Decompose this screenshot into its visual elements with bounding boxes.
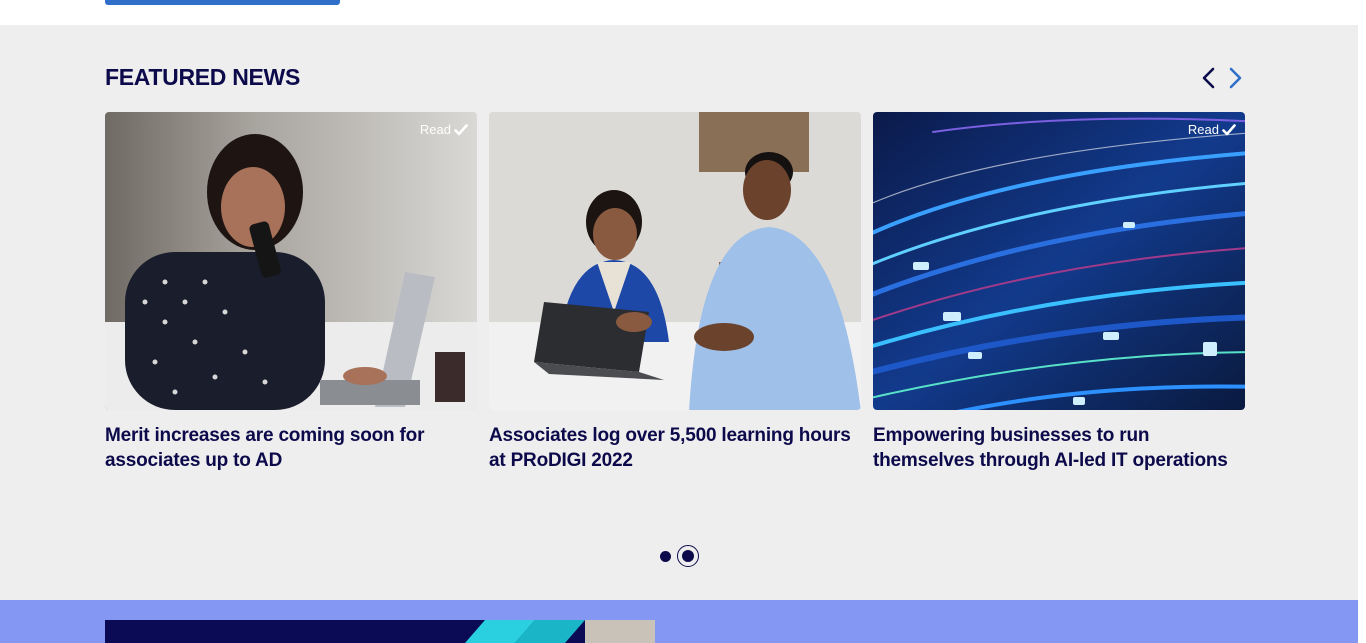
section-title: FEATURED NEWS — [105, 64, 301, 90]
read-badge: Read — [420, 122, 468, 137]
news-card-image[interactable]: Read — [105, 112, 477, 410]
colleagues-discussing-at-laptop-photo — [489, 112, 861, 410]
next-section-band — [0, 600, 1358, 643]
chevron-left-icon — [1202, 67, 1215, 89]
pager-dot-1[interactable] — [659, 550, 671, 562]
top-strip — [0, 0, 1366, 25]
checkmark-icon — [1222, 123, 1236, 135]
news-card-title[interactable]: Empowering businesses to run themselves … — [873, 423, 1245, 473]
read-badge: Read — [1188, 122, 1236, 137]
pager-dot-2-active[interactable] — [676, 545, 699, 567]
woman-on-phone-at-laptop-photo — [105, 112, 477, 410]
carousel-next-button[interactable] — [1222, 65, 1248, 91]
news-card-image[interactable]: Read — [873, 112, 1245, 410]
checkmark-icon — [454, 123, 468, 135]
news-card[interactable]: Read Merit increases are coming soon for… — [105, 112, 477, 473]
news-card[interactable]: Associates log over 5,500 learning hours… — [489, 112, 861, 473]
next-section-banner-image — [105, 620, 655, 643]
page-scrollbar[interactable] — [1358, 0, 1366, 643]
previous-section-button[interactable] — [105, 0, 340, 5]
read-label: Read — [419, 122, 451, 137]
read-label: Read — [1187, 122, 1219, 137]
chevron-right-icon — [1229, 67, 1242, 89]
carousel-prev-button[interactable] — [1196, 65, 1222, 91]
news-card[interactable]: Read Empowering businesses to run themse… — [873, 112, 1245, 473]
news-card-image[interactable] — [489, 112, 861, 410]
abstract-light-streaks-photo — [873, 112, 1245, 410]
news-card-title[interactable]: Merit increases are coming soon for asso… — [105, 423, 477, 473]
news-card-title[interactable]: Associates log over 5,500 learning hours… — [489, 423, 861, 473]
carousel-pager — [0, 545, 1358, 567]
featured-news-section: FEATURED NEWS Read Merit increases are c… — [0, 25, 1358, 600]
